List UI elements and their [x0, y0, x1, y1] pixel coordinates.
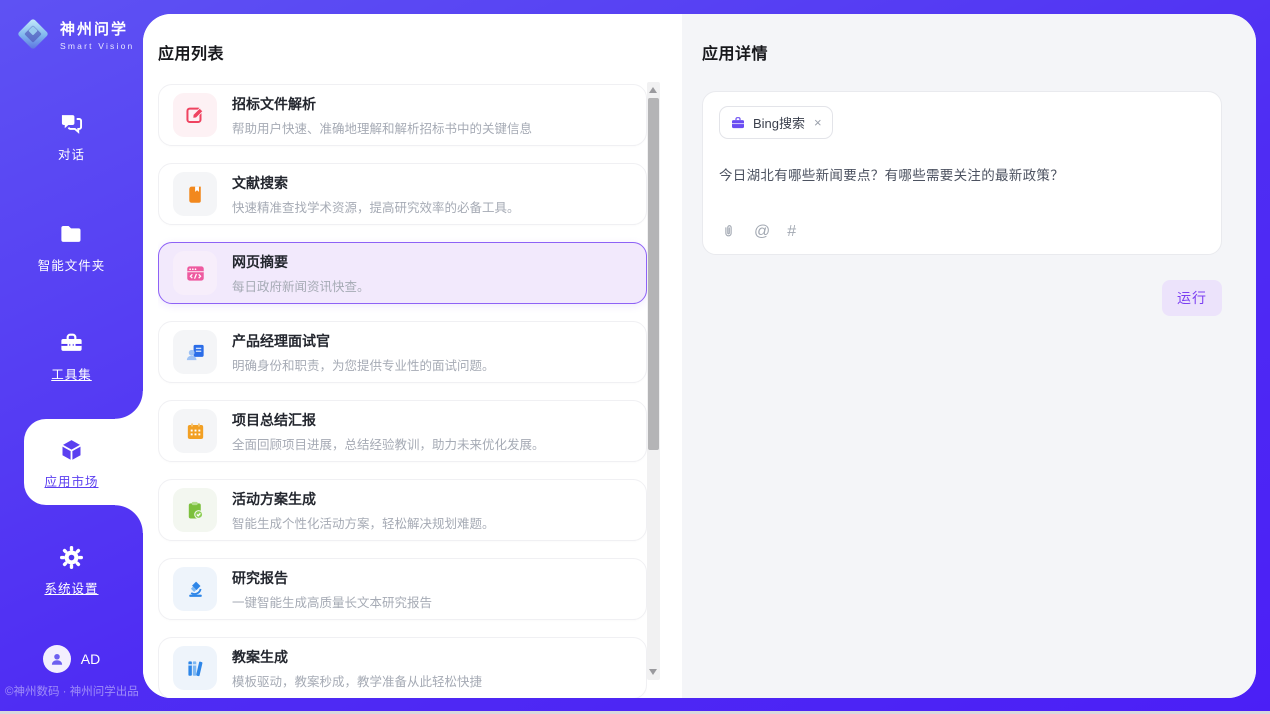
copyright-footer: ©神州数码 · 神州问学出品	[5, 683, 143, 699]
app-item-pm-interviewer[interactable]: 产品经理面试官 明确身份和职责，为您提供专业性的面试问题。	[158, 321, 647, 383]
app-item-title: 网页摘要	[232, 252, 370, 272]
app-detail-title: 应用详情	[702, 40, 1222, 64]
app-list-panel: 应用列表 招标文件解析 帮助用户快速、准确地理解和解析招标书中的关键信息	[143, 14, 682, 698]
app-icon-container	[173, 409, 217, 453]
app-item-research-report[interactable]: 研究报告 一键智能生成高质量长文本研究报告	[158, 558, 647, 620]
sidebar-item-app-market[interactable]: 应用市场	[0, 437, 143, 490]
app-item-title: 招标文件解析	[232, 94, 532, 114]
app-item-lesson-plan[interactable]: 教案生成 模板驱动，教案秒成，教学准备从此轻松快捷	[158, 637, 647, 698]
cube-icon	[58, 437, 85, 464]
interviewer-icon	[184, 341, 207, 364]
gear-icon	[58, 544, 85, 571]
app-item-title: 项目总结汇报	[232, 410, 545, 430]
app-detail-panel: 应用详情 Bing搜索 × 今日湖北有哪些新闻要点？有哪些需要关注的最新政策？ …	[682, 14, 1256, 698]
user-name: AD	[81, 651, 100, 667]
scrollbar-down-arrow-icon[interactable]	[649, 669, 657, 675]
tool-chip-label: Bing搜索	[753, 113, 805, 132]
app-icon-container	[173, 646, 217, 690]
brand-diamond-icon	[14, 15, 52, 53]
query-text[interactable]: 今日湖北有哪些新闻要点？有哪些需要关注的最新政策？	[719, 164, 1205, 184]
app-item-desc: 模板驱动，教案秒成，教学准备从此轻松快捷	[232, 671, 482, 690]
brand-name: 神州问学	[60, 18, 134, 39]
chat-icon	[58, 110, 85, 137]
tool-chip-bing-search[interactable]: Bing搜索 ×	[719, 106, 833, 139]
prompt-card[interactable]: Bing搜索 × 今日湖北有哪些新闻要点？有哪些需要关注的最新政策？ @ #	[702, 91, 1222, 255]
sidebar-item-label: 智能文件夹	[0, 255, 143, 274]
toolbox-icon	[58, 330, 85, 357]
app-list: 招标文件解析 帮助用户快速、准确地理解和解析招标书中的关键信息 文献搜索 快速精…	[158, 84, 647, 698]
folder-icon	[58, 221, 85, 248]
app-item-title: 研究报告	[232, 568, 432, 588]
clipboard-check-icon	[184, 499, 207, 522]
app-item-desc: 明确身份和职责，为您提供专业性的面试问题。	[232, 355, 495, 374]
scrollbar-thumb[interactable]	[648, 98, 659, 450]
mention-icon[interactable]: @	[754, 224, 770, 240]
app-icon-container	[173, 251, 217, 295]
app-item-project-summary[interactable]: 项目总结汇报 全面回顾项目进展，总结经验教训，助力未来优化发展。	[158, 400, 647, 462]
scrollbar-up-arrow-icon[interactable]	[649, 87, 657, 93]
app-item-web-summary[interactable]: 网页摘要 每日政府新闻资讯快查。	[158, 242, 647, 304]
sidebar-item-smart-folder[interactable]: 智能文件夹	[0, 221, 143, 274]
calendar-note-icon	[184, 420, 207, 443]
app-icon-container	[173, 567, 217, 611]
app-list-scrollbar[interactable]	[647, 82, 660, 680]
app-icon-container	[173, 93, 217, 137]
sidebar-item-label: 系统设置	[0, 578, 143, 597]
sidebar-item-chat[interactable]: 对话	[0, 110, 143, 163]
app-icon-container	[173, 488, 217, 532]
briefcase-icon	[730, 115, 746, 131]
user-icon	[48, 650, 66, 668]
book-icon	[184, 183, 207, 206]
sidebar-item-system-settings[interactable]: 系统设置	[0, 544, 143, 597]
app-item-title: 教案生成	[232, 647, 482, 667]
sidebar-item-label: 应用市场	[0, 471, 143, 490]
app-item-title: 活动方案生成	[232, 489, 495, 509]
input-actions: @ #	[720, 223, 796, 240]
app-item-literature-search[interactable]: 文献搜索 快速精准查找学术资源，提高研究效率的必备工具。	[158, 163, 647, 225]
brand-subtitle: Smart Vision	[60, 41, 134, 51]
app-item-desc: 一键智能生成高质量长文本研究报告	[232, 592, 432, 611]
user-account[interactable]: AD	[0, 645, 143, 673]
edit-document-icon	[184, 104, 207, 127]
hashtag-icon[interactable]: #	[787, 224, 796, 240]
books-icon	[184, 657, 207, 680]
app-item-title: 文献搜索	[232, 173, 520, 193]
sidebar-item-toolset[interactable]: 工具集	[0, 330, 143, 383]
browser-code-icon	[184, 262, 207, 285]
main-content: 应用列表 招标文件解析 帮助用户快速、准确地理解和解析招标书中的关键信息	[143, 14, 1256, 698]
sidebar-item-label: 工具集	[0, 364, 143, 383]
app-item-title: 产品经理面试官	[232, 331, 495, 351]
sidebar: 神州问学 Smart Vision 对话 智能文件夹 工具集	[0, 0, 143, 711]
app-icon-container	[173, 330, 217, 374]
app-item-event-plan[interactable]: 活动方案生成 智能生成个性化活动方案，轻松解决规划难题。	[158, 479, 647, 541]
app-item-desc: 每日政府新闻资讯快查。	[232, 276, 370, 295]
avatar	[43, 645, 71, 673]
app-item-desc: 快速精准查找学术资源，提高研究效率的必备工具。	[232, 197, 520, 216]
paperclip-icon[interactable]	[720, 223, 737, 240]
app-icon-container	[173, 172, 217, 216]
app-list-title: 应用列表	[158, 40, 682, 64]
sidebar-item-label: 对话	[0, 144, 143, 163]
app-item-desc: 全面回顾项目进展，总结经验教训，助力未来优化发展。	[232, 434, 545, 453]
brand-logo: 神州问学 Smart Vision	[14, 15, 134, 53]
run-button[interactable]: 运行	[1162, 280, 1222, 316]
app-item-desc: 帮助用户快速、准确地理解和解析招标书中的关键信息	[232, 118, 532, 137]
app-item-bid-analysis[interactable]: 招标文件解析 帮助用户快速、准确地理解和解析招标书中的关键信息	[158, 84, 647, 146]
chip-close-icon[interactable]: ×	[814, 116, 822, 129]
microscope-icon	[184, 578, 207, 601]
app-item-desc: 智能生成个性化活动方案，轻松解决规划难题。	[232, 513, 495, 532]
